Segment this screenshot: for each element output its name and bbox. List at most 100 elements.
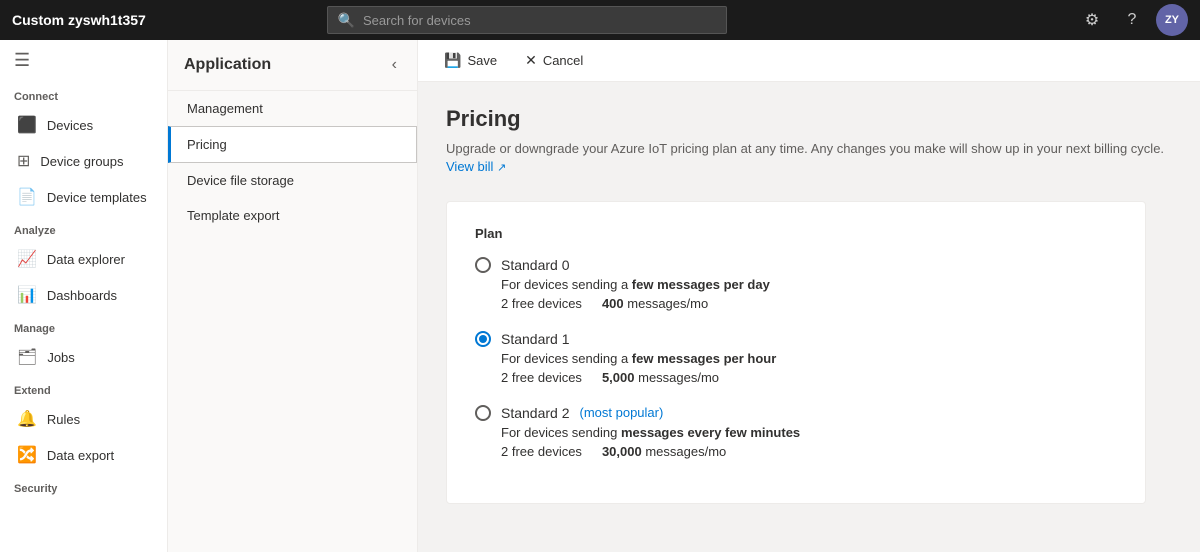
content-toolbar: 💾 Save ✕ Cancel xyxy=(418,40,1200,82)
search-box[interactable]: 🔍 xyxy=(327,6,727,34)
search-input[interactable] xyxy=(363,13,716,28)
plan-desc-bold-0: few messages per day xyxy=(632,277,770,292)
plan-name-standard-0: Standard 0 xyxy=(501,257,570,273)
plan-option-standard-2: Standard 2 (most popular) For devices se… xyxy=(475,405,1117,459)
secondary-nav-management-label: Management xyxy=(187,101,263,116)
page-subtitle: Upgrade or downgrade your Azure IoT pric… xyxy=(446,140,1172,177)
help-icon: ? xyxy=(1128,11,1137,29)
device-templates-icon: 📄 xyxy=(17,187,37,207)
plan-desc-standard-2: For devices sending messages every few m… xyxy=(501,425,1117,440)
save-button[interactable]: 💾 Save xyxy=(438,48,503,73)
plan-desc-standard-1: For devices sending a few messages per h… xyxy=(501,351,1117,366)
sidebar-item-jobs[interactable]: 🗂 Jobs xyxy=(0,339,167,375)
plan-radio-standard-1[interactable] xyxy=(475,331,491,347)
plan-messages-suffix-1: messages/mo xyxy=(638,370,719,385)
secondary-nav-template-export-label: Template export xyxy=(187,208,280,223)
sidebar-item-dashboards-label: Dashboards xyxy=(47,288,117,303)
plan-desc-bold-1: few messages per hour xyxy=(632,351,777,366)
plan-details-standard-1: 2 free devices 5,000 messages/mo xyxy=(501,370,1117,385)
secondary-nav-template-export[interactable]: Template export xyxy=(168,198,417,233)
analyze-section-label: Analyze xyxy=(0,215,167,241)
device-groups-icon: ⊞ xyxy=(17,151,30,171)
plan-desc-prefix-0: For devices sending a xyxy=(501,277,632,292)
plan-desc-bold-2: messages every few minutes xyxy=(621,425,800,440)
cancel-button[interactable]: ✕ Cancel xyxy=(519,48,589,73)
sidebar-item-device-groups[interactable]: ⊞ Device groups xyxy=(0,143,167,179)
avatar-button[interactable]: ZY xyxy=(1156,4,1188,36)
sidebar-item-rules[interactable]: 🔔 Rules xyxy=(0,401,167,437)
subtitle-text: Upgrade or downgrade your Azure IoT pric… xyxy=(446,141,1164,156)
plan-name-standard-2: Standard 2 xyxy=(501,405,570,421)
plan-option-standard-1-header[interactable]: Standard 1 xyxy=(475,331,1117,347)
secondary-panel-title: Application xyxy=(184,56,271,74)
plan-free-devices-0: 2 free devices xyxy=(501,296,582,311)
hamburger-button[interactable]: ☰ xyxy=(0,40,167,81)
secondary-panel: Application ‹ Management Pricing Device … xyxy=(168,40,418,552)
plan-radio-standard-0[interactable] xyxy=(475,257,491,273)
save-icon: 💾 xyxy=(444,52,461,69)
plan-desc-standard-0: For devices sending a few messages per d… xyxy=(501,277,1117,292)
topbar: Custom zyswh1t357 🔍 ⚙ ? ZY xyxy=(0,0,1200,40)
help-button[interactable]: ? xyxy=(1116,4,1148,36)
sidebar: ☰ Connect ⬛ Devices ⊞ Device groups 📄 De… xyxy=(0,40,168,552)
plan-option-standard-0-header[interactable]: Standard 0 xyxy=(475,257,1117,273)
collapse-panel-button[interactable]: ‹ xyxy=(388,52,401,78)
connect-section-label: Connect xyxy=(0,81,167,107)
plan-details-standard-2: 2 free devices 30,000 messages/mo xyxy=(501,444,1117,459)
cancel-label: Cancel xyxy=(543,53,583,68)
cancel-icon: ✕ xyxy=(525,52,537,69)
secondary-nav-device-file-storage-label: Device file storage xyxy=(187,173,294,188)
view-bill-link[interactable]: View bill ↗ xyxy=(446,159,506,174)
data-explorer-icon: 📈 xyxy=(17,249,37,269)
plan-desc-prefix-1: For devices sending a xyxy=(501,351,632,366)
sidebar-item-devices[interactable]: ⬛ Devices xyxy=(0,107,167,143)
plan-messages-suffix-2: messages/mo xyxy=(645,444,726,459)
plan-messages-count-0: 400 xyxy=(602,296,624,311)
sidebar-item-device-templates[interactable]: 📄 Device templates xyxy=(0,179,167,215)
view-bill-label: View bill xyxy=(446,159,493,174)
secondary-panel-header: Application ‹ xyxy=(168,40,417,91)
plan-name-standard-1: Standard 1 xyxy=(501,331,570,347)
dashboards-icon: 📊 xyxy=(17,285,37,305)
plan-messages-count-2: 30,000 xyxy=(602,444,642,459)
plan-option-standard-1: Standard 1 For devices sending a few mes… xyxy=(475,331,1117,385)
sidebar-item-jobs-label: Jobs xyxy=(47,350,74,365)
settings-icon: ⚙ xyxy=(1085,10,1099,30)
sidebar-item-device-templates-label: Device templates xyxy=(47,190,147,205)
pricing-card: Plan Standard 0 For devices sending a fe… xyxy=(446,201,1146,504)
plan-messages-0: 400 messages/mo xyxy=(602,296,708,311)
security-section-label: Security xyxy=(0,473,167,499)
rules-icon: 🔔 xyxy=(17,409,37,429)
secondary-nav-device-file-storage[interactable]: Device file storage xyxy=(168,163,417,198)
content-scroll: Pricing Upgrade or downgrade your Azure … xyxy=(418,82,1200,552)
plan-label: Plan xyxy=(475,226,1117,241)
sidebar-item-data-export-label: Data export xyxy=(47,448,114,463)
avatar-initials: ZY xyxy=(1165,14,1179,26)
plan-free-devices-1: 2 free devices xyxy=(501,370,582,385)
brand-title: Custom zyswh1t357 xyxy=(12,12,146,28)
sidebar-item-device-groups-label: Device groups xyxy=(40,154,123,169)
settings-button[interactable]: ⚙ xyxy=(1076,4,1108,36)
main-layout: ☰ Connect ⬛ Devices ⊞ Device groups 📄 De… xyxy=(0,40,1200,552)
plan-messages-1: 5,000 messages/mo xyxy=(602,370,719,385)
search-icon: 🔍 xyxy=(338,12,355,29)
sidebar-item-data-export[interactable]: 🔀 Data export xyxy=(0,437,167,473)
plan-messages-2: 30,000 messages/mo xyxy=(602,444,726,459)
save-label: Save xyxy=(467,53,497,68)
data-export-icon: 🔀 xyxy=(17,445,37,465)
plan-radio-standard-2[interactable] xyxy=(475,405,491,421)
sidebar-item-rules-label: Rules xyxy=(47,412,80,427)
sidebar-item-dashboards[interactable]: 📊 Dashboards xyxy=(0,277,167,313)
plan-details-standard-0: 2 free devices 400 messages/mo xyxy=(501,296,1117,311)
manage-section-label: Manage xyxy=(0,313,167,339)
secondary-nav-pricing-label: Pricing xyxy=(187,137,227,152)
plan-free-devices-2: 2 free devices xyxy=(501,444,582,459)
plan-messages-count-1: 5,000 xyxy=(602,370,635,385)
secondary-nav-pricing[interactable]: Pricing xyxy=(168,126,417,163)
secondary-nav-management[interactable]: Management xyxy=(168,91,417,126)
jobs-icon: 🗂 xyxy=(17,347,37,367)
plan-popular-label-standard-2: (most popular) xyxy=(580,405,664,420)
plan-option-standard-2-header[interactable]: Standard 2 (most popular) xyxy=(475,405,1117,421)
sidebar-item-data-explorer[interactable]: 📈 Data explorer xyxy=(0,241,167,277)
topbar-icons: ⚙ ? ZY xyxy=(1076,4,1188,36)
